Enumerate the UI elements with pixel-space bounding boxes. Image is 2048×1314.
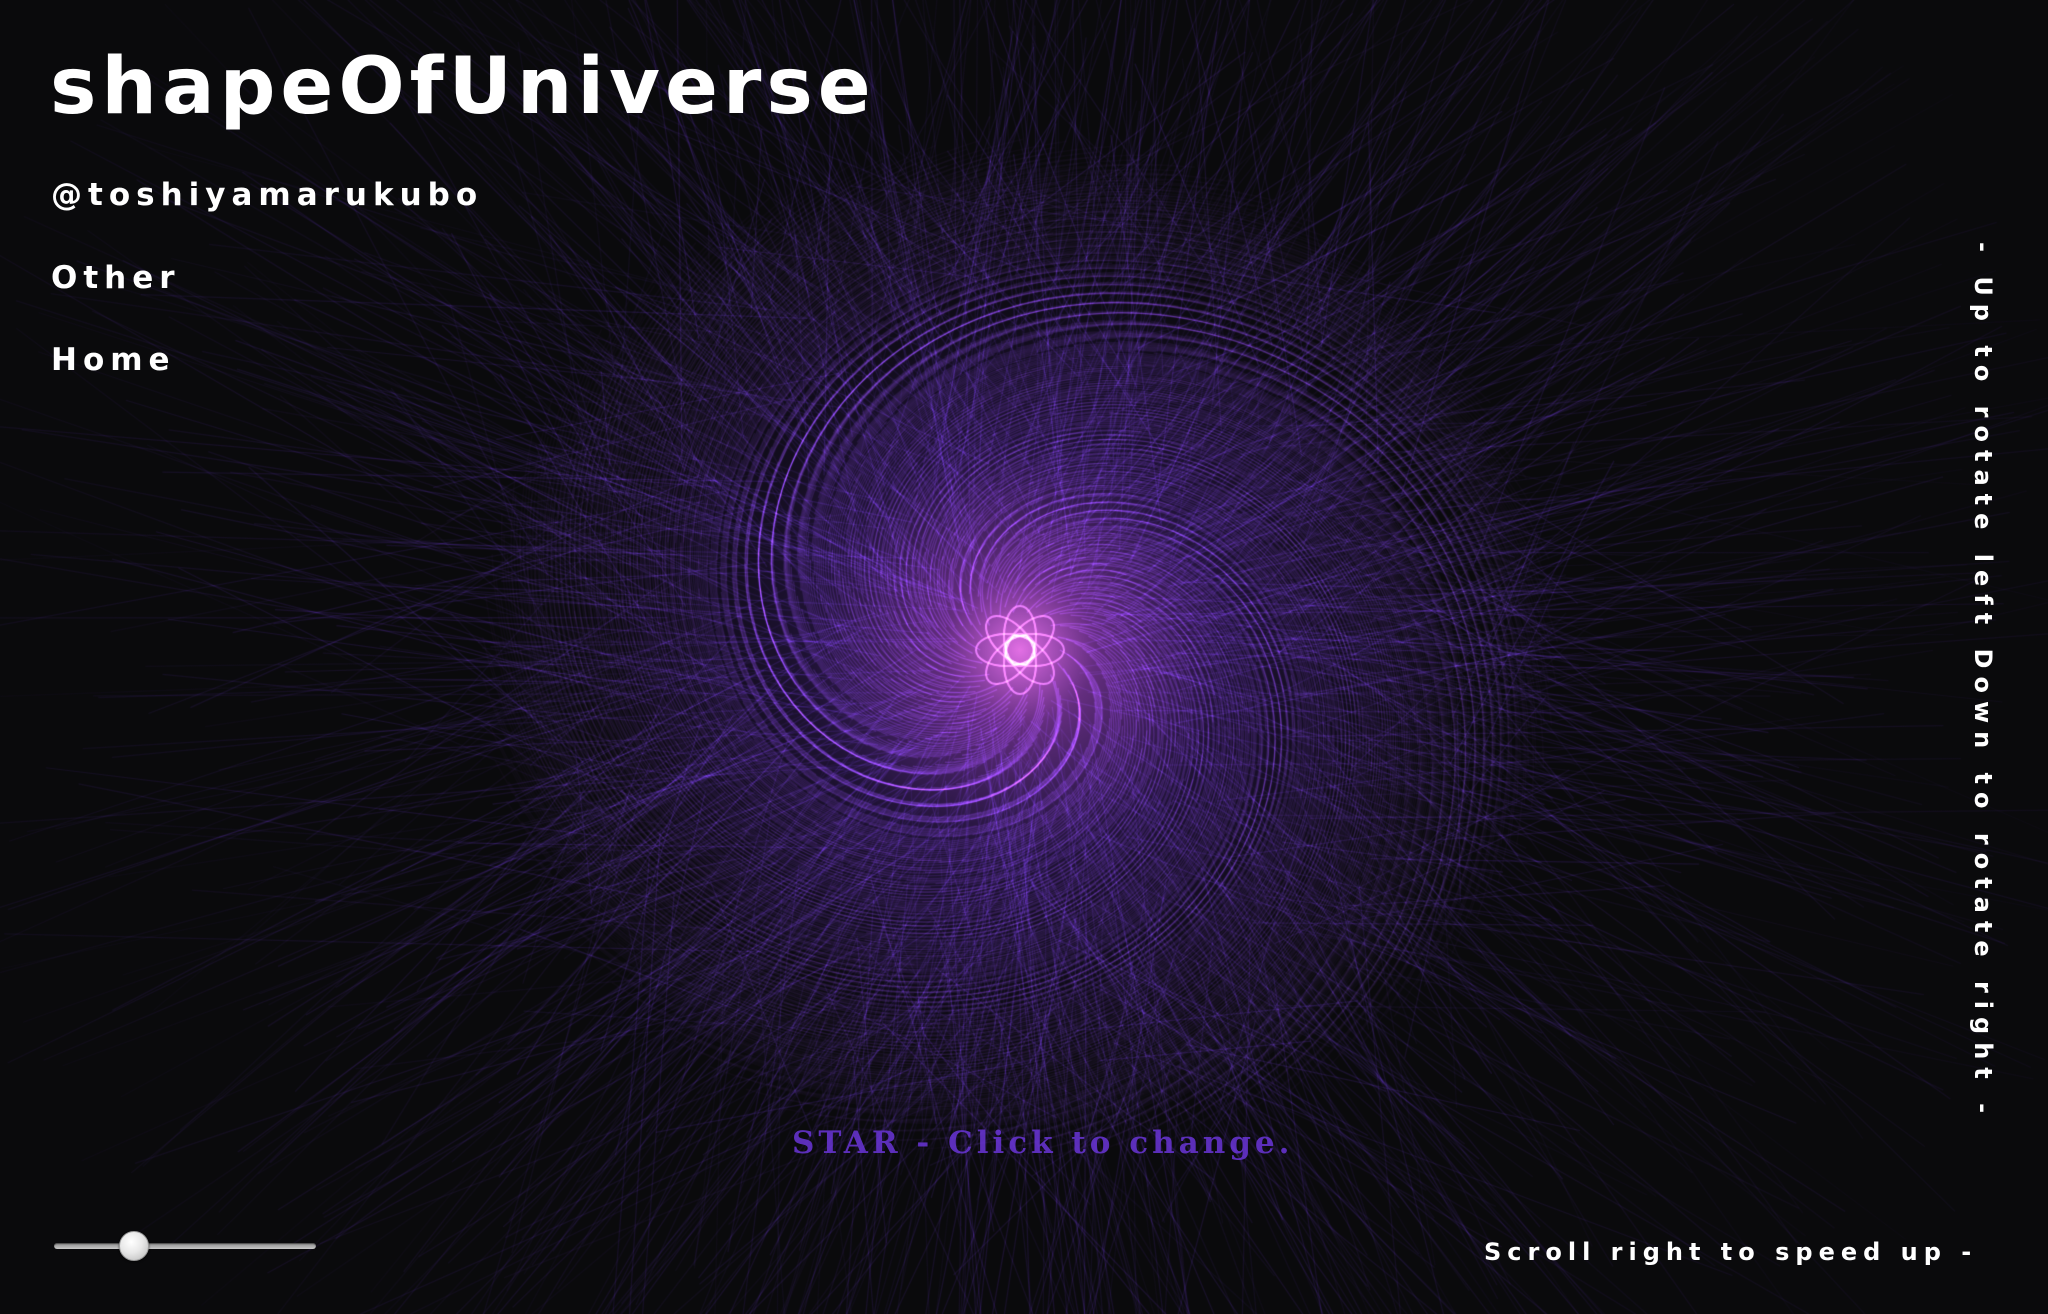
visualization-stage[interactable]: shapeOfUniverse @toshiyamarukubo Other H… xyxy=(0,0,2048,1314)
author-handle-link[interactable]: @toshiyamarukubo xyxy=(51,180,483,211)
speed-slider-thumb[interactable] xyxy=(118,1231,149,1261)
speed-slider[interactable] xyxy=(54,1230,316,1262)
speed-hint: Scroll right to speed up - xyxy=(1484,1238,1978,1266)
home-link[interactable]: Home xyxy=(51,345,176,376)
speed-slider-track[interactable] xyxy=(54,1243,316,1249)
other-link[interactable]: Other xyxy=(51,263,181,294)
rotate-hint: - Up to rotate left Down to rotate right… xyxy=(1969,242,1997,1122)
page-title: shapeOfUniverse xyxy=(50,42,876,132)
shape-toggle-label[interactable]: STAR - Click to change. xyxy=(792,1128,1293,1159)
